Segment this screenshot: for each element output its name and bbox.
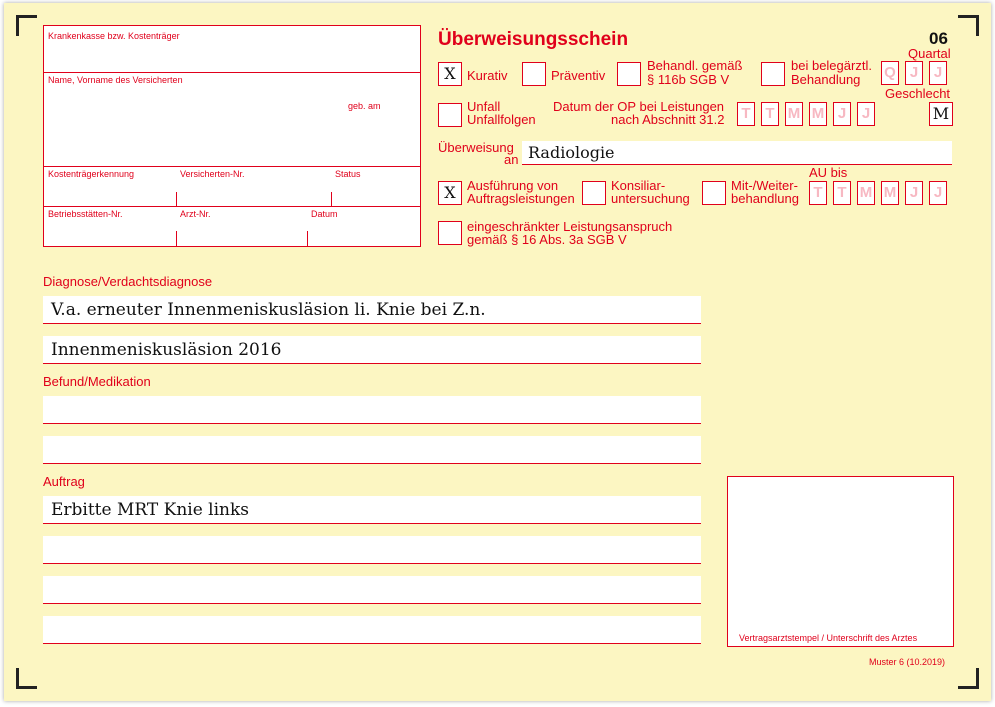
eingeschraenkt-checkbox[interactable] [438,221,462,245]
op-date-label-2: nach Abschnitt 31.2 [611,112,725,127]
belegaerztl-label-1: bei belegärztl. [791,58,872,73]
name-label: Name, Vorname des Versicherten [48,75,183,85]
praeventiv-checkbox[interactable] [522,62,546,86]
geschlecht-label: Geschlecht [885,86,951,101]
geschlecht-field[interactable]: M [929,102,953,126]
befund-label: Befund/Medikation [43,374,151,389]
status-label: Status [335,169,361,179]
versicherten-label: Versicherten-Nr. [180,169,245,179]
belegaerztl-label-2: Behandlung [791,72,861,87]
behandl-116b-label-1: Behandl. gemäß [647,58,743,73]
au-bis-cell-2[interactable]: T [833,181,851,205]
kurativ-checkbox[interactable]: X [438,62,462,86]
belegaerztl-checkbox[interactable] [761,62,785,86]
op-date-cell-3[interactable]: M [785,102,803,126]
eingeschraenkt-label-2: gemäß § 16 Abs. 3a SGB V [467,232,627,247]
referral-form: Krankenkasse bzw. Kostenträger Name, Vor… [4,3,991,701]
unfall-label-2: Unfallfolgen [467,112,536,127]
behandl-116b-label-2: § 116b SGB V [647,72,730,87]
au-bis-label: AU bis [809,165,848,180]
betriebsstaetten-label: Betriebsstätten-Nr. [48,209,123,219]
geb-label: geb. am [348,101,381,111]
diagnose-label: Diagnose/Verdachtsdiagnose [43,274,213,289]
mitweiter-checkbox[interactable] [702,181,726,205]
auftrag-line-1[interactable]: Erbitte MRT Knie links [43,496,701,524]
mitweiter-label-2: behandlung [731,191,799,206]
op-date-cell-1[interactable]: T [737,102,755,126]
au-bis-cell-6[interactable]: J [929,181,947,205]
datum-label: Datum [311,209,338,219]
auftrag-line-2[interactable] [43,536,701,564]
auftrag-line-4[interactable] [43,616,701,644]
op-date-cell-4[interactable]: M [809,102,827,126]
quartal-cell-2[interactable]: J [905,61,923,85]
ausfuehrung-label-2: Auftragsleistungen [467,191,575,206]
crop-mark-bottom-left [16,668,37,689]
au-bis-cell-1[interactable]: T [809,181,827,205]
unfall-checkbox[interactable] [438,103,462,127]
ueberweisung-field[interactable]: Radiologie [522,141,952,165]
behandl-116b-checkbox[interactable] [617,62,641,86]
au-bis-cell-5[interactable]: J [905,181,923,205]
auftrag-line-3[interactable] [43,576,701,604]
au-bis-cell-4[interactable]: M [881,181,899,205]
kostentraeger-label: Kostenträgerkennung [48,169,135,179]
stempel-box[interactable]: Vertragsarztstempel / Unterschrift des A… [727,476,954,647]
crop-mark-bottom-right [958,668,979,689]
quartal-cell-1[interactable]: Q [881,61,899,85]
ueberweisung-label-1: Überweisung [438,140,514,155]
konsiliar-checkbox[interactable] [582,181,606,205]
befund-line-2[interactable] [43,436,701,464]
au-bis-cell-3[interactable]: M [857,181,875,205]
konsiliar-label-2: untersuchung [611,191,690,206]
crop-mark-top-right [958,15,979,36]
auftrag-label: Auftrag [43,474,85,489]
form-title: Überweisungsschein [438,29,629,50]
quartal-cell-3[interactable]: J [929,61,947,85]
form-footer: Muster 6 (10.2019) [869,657,946,667]
praeventiv-label: Präventiv [551,68,606,83]
diagnose-line-1[interactable]: V.a. erneuter Innenmeniskusläsion li. Kn… [43,296,701,324]
crop-mark-top-left [16,15,37,36]
stempel-label: Vertragsarztstempel / Unterschrift des A… [739,633,918,643]
op-date-cell-6[interactable]: J [857,102,875,126]
befund-line-1[interactable] [43,396,701,424]
op-date-cell-5[interactable]: J [833,102,851,126]
ueberweisung-label-2: an [504,152,519,167]
diagnose-line-2[interactable]: Innenmeniskusläsion 2016 [43,336,701,364]
op-date-cell-2[interactable]: T [761,102,779,126]
patient-box: Krankenkasse bzw. Kostenträger Name, Vor… [43,25,421,247]
arzt-label: Arzt-Nr. [180,209,211,219]
ausfuehrung-checkbox[interactable]: X [438,181,462,205]
kurativ-label: Kurativ [467,68,508,83]
quartal-label: Quartal [908,46,951,61]
krankenkasse-label: Krankenkasse bzw. Kostenträger [48,31,180,41]
